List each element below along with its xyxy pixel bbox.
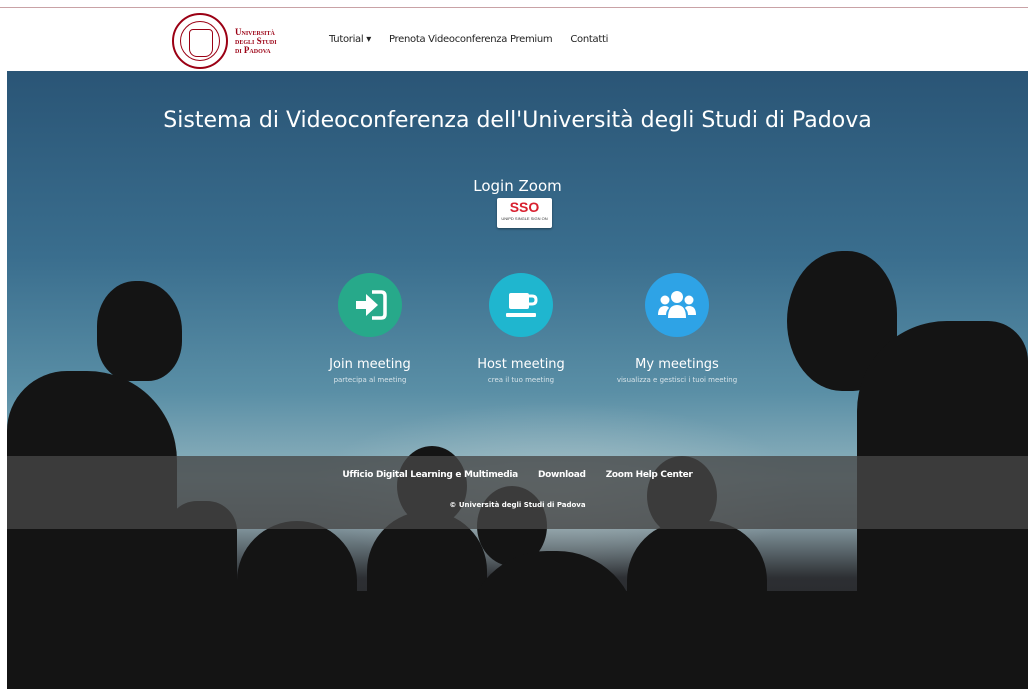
join-meeting-icon-circle	[338, 273, 402, 337]
join-meeting-label: Join meeting	[329, 357, 411, 372]
footer-link-download[interactable]: Download	[538, 470, 586, 480]
footer-bar: Ufficio Digital Learning e Multimedia Do…	[7, 456, 1028, 529]
host-meeting-tile[interactable]: Host meeting crea il tuo meeting	[441, 273, 601, 384]
sso-logo-text: SSO	[509, 199, 540, 215]
university-name-line3: di Padova	[235, 44, 271, 55]
main-nav: Tutorial ▾ Prenota Videoconferenza Premi…	[329, 34, 608, 45]
university-seal-icon	[172, 13, 228, 69]
coffee-cup-icon	[506, 293, 538, 317]
host-meeting-icon-circle	[489, 273, 553, 337]
page-title: Sistema di Videoconferenza dell'Universi…	[163, 108, 872, 133]
my-meetings-subtitle: visualizza e gestisci i tuoi meeting	[616, 376, 738, 384]
my-meetings-icon-circle	[645, 273, 709, 337]
my-meetings-label: My meetings	[635, 357, 719, 372]
nav-premium[interactable]: Prenota Videoconferenza Premium	[389, 34, 553, 45]
nav-tutorial[interactable]: Tutorial ▾	[329, 34, 371, 45]
university-name: Università degli Studi di Padova	[235, 27, 277, 55]
host-meeting-subtitle: crea il tuo meeting	[487, 376, 555, 384]
university-logo[interactable]: Università degli Studi di Padova	[172, 12, 292, 70]
navbar: Università degli Studi di Padova Tutoria…	[0, 8, 1028, 71]
nav-contact[interactable]: Contatti	[570, 34, 608, 45]
sign-in-icon	[356, 290, 387, 320]
footer-links: Ufficio Digital Learning e Multimedia Do…	[7, 470, 1028, 480]
nav-tutorial-label: Tutorial	[329, 34, 364, 45]
caret-down-icon: ▾	[366, 34, 371, 45]
login-zoom-label: Login Zoom	[473, 177, 562, 195]
footer-link-digital-learning[interactable]: Ufficio Digital Learning e Multimedia	[342, 470, 518, 480]
hero-section: Sistema di Videoconferenza dell'Universi…	[7, 71, 1028, 689]
users-icon	[658, 291, 696, 318]
copyright: © Università degli Studi di Padova	[449, 501, 586, 509]
host-meeting-label: Host meeting	[477, 357, 565, 372]
join-meeting-tile[interactable]: Join meeting partecipa al meeting	[290, 273, 450, 384]
footer-link-zoom-help[interactable]: Zoom Help Center	[606, 470, 693, 480]
join-meeting-subtitle: partecipa al meeting	[333, 376, 407, 384]
sso-caption: UNIPD SINGLE SIGN ON	[501, 216, 548, 221]
sso-login-button[interactable]: SSO UNIPD SINGLE SIGN ON	[497, 198, 552, 228]
my-meetings-tile[interactable]: My meetings visualizza e gestisci i tuoi…	[597, 273, 757, 384]
